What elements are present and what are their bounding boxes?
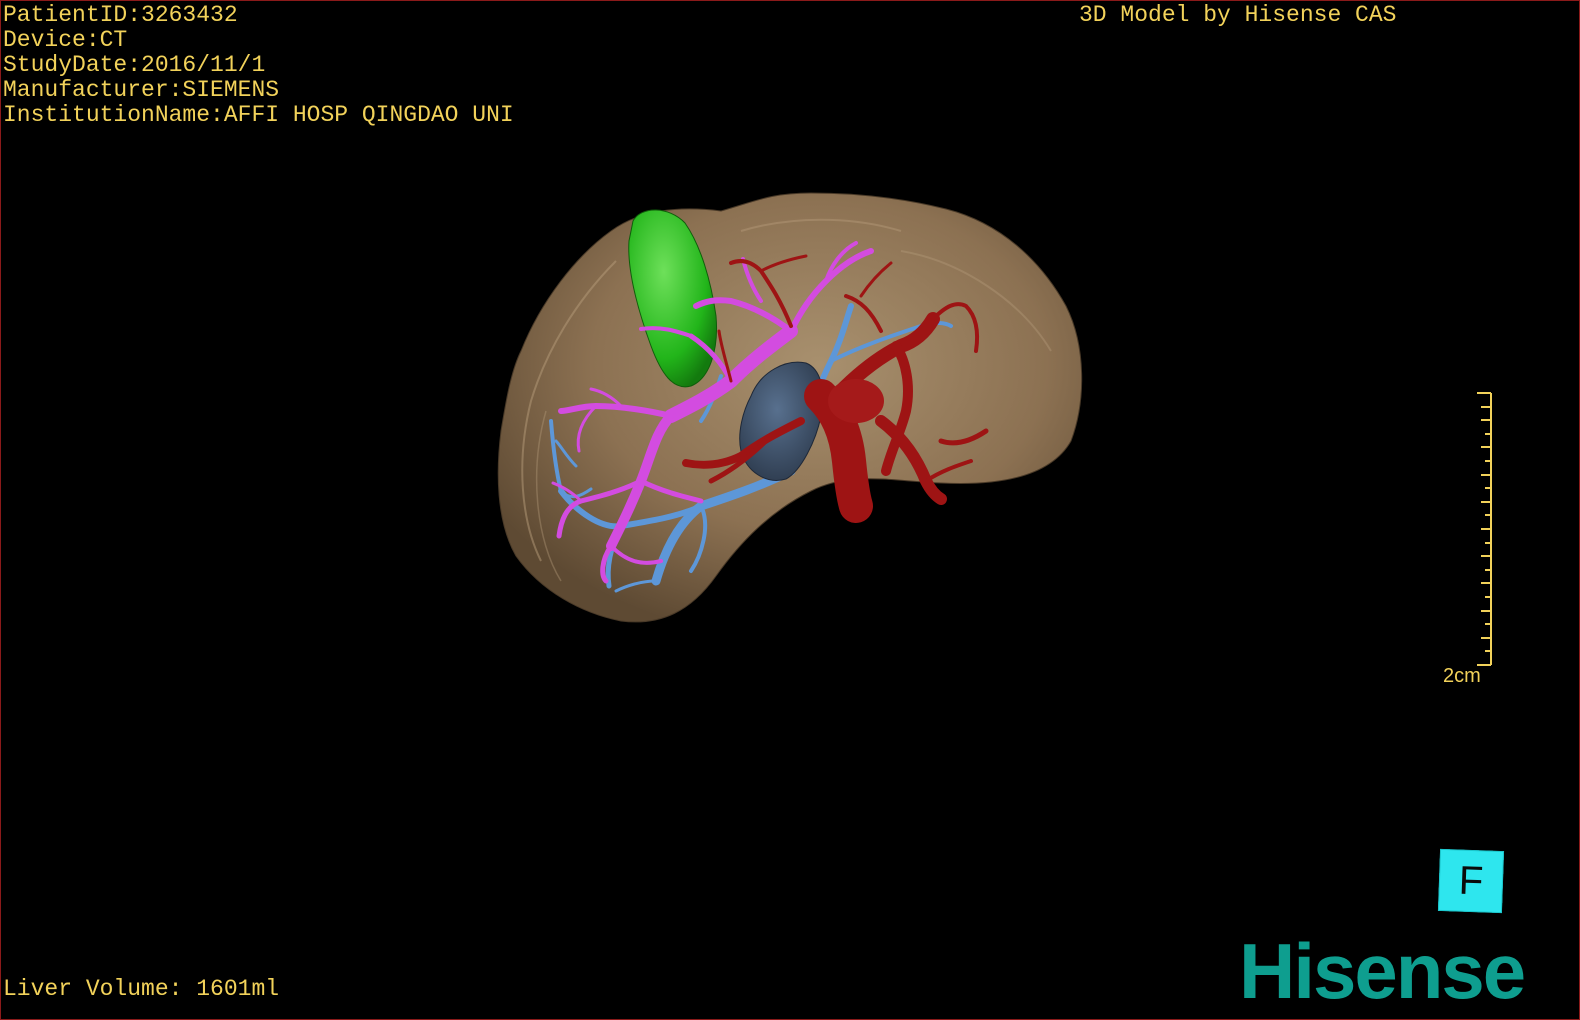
liver-volume: Liver Volume: 1601ml (3, 976, 280, 1002)
scale-bar (1477, 392, 1492, 666)
3d-viewport[interactable]: PatientID:3263432 Device:CT StudyDate:20… (0, 0, 1580, 1020)
liver-3d-model[interactable] (1, 1, 1579, 1019)
hisense-logo: Hisense (1239, 927, 1526, 1015)
dicom-info-overlay: PatientID:3263432 Device:CT StudyDate:20… (3, 3, 514, 128)
model-credit: 3D Model by Hisense CAS (1079, 2, 1397, 28)
institution-name: InstitutionName:AFFI HOSP QINGDAO UNI (3, 102, 514, 128)
manufacturer: Manufacturer:SIEMENS (3, 77, 280, 103)
patient-id: PatientID:3263432 (3, 2, 238, 28)
device: Device:CT (3, 27, 128, 53)
orientation-cube-front[interactable]: F (1437, 848, 1505, 914)
orientation-label: F (1458, 858, 1484, 903)
scale-bar-label: 2cm (1443, 665, 1481, 687)
study-date: StudyDate:2016/11/1 (3, 52, 266, 78)
artery-bulb (828, 379, 884, 423)
